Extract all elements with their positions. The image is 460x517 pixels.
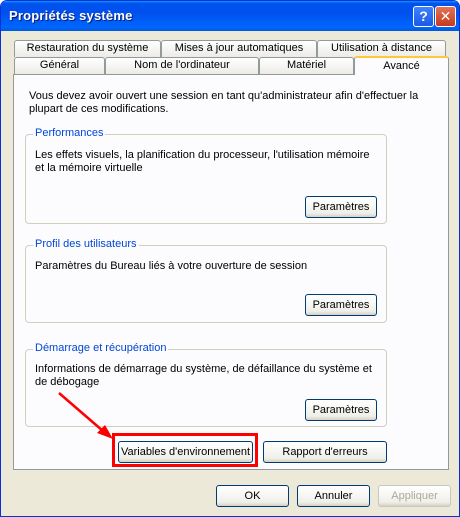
startup-recovery-settings-button[interactable]: Paramètres <box>305 399 377 421</box>
user-profiles-settings-button[interactable]: Paramètres <box>305 294 377 316</box>
performance-settings-button[interactable]: Paramètres <box>305 196 377 218</box>
performance-group: Performances Les effets visuels, la plan… <box>25 127 387 224</box>
close-button[interactable]: ✕ <box>435 6 456 27</box>
performance-description: Les effets visuels, la planification du … <box>35 149 370 174</box>
help-icon: ? <box>419 8 428 24</box>
tab-automatic-updates[interactable]: Mises à jour automatiques <box>161 40 317 57</box>
close-icon: ✕ <box>439 8 452 24</box>
performance-group-label: Performances <box>33 127 106 139</box>
user-profiles-group-label: Profil des utilisateurs <box>33 238 139 250</box>
tab-system-restore[interactable]: Restauration du système <box>14 40 161 57</box>
tab-advanced[interactable]: Avancé <box>354 56 449 75</box>
system-properties-window: Propriétés système ? ✕ Restauration du s… <box>0 0 460 517</box>
tab-hardware[interactable]: Matériel <box>259 57 354 74</box>
startup-recovery-description: Informations de démarrage du système, de… <box>35 363 372 388</box>
admin-notice: Vous devez avoir ouvert une session en t… <box>29 90 419 115</box>
title-bar[interactable]: Propriétés système ? ✕ <box>1 1 459 31</box>
highlight-box <box>112 433 258 467</box>
tab-computer-name[interactable]: Nom de l'ordinateur <box>105 57 259 74</box>
ok-button[interactable]: OK <box>216 485 289 507</box>
tab-general[interactable]: Général <box>14 57 105 74</box>
apply-button[interactable]: Appliquer <box>378 485 451 507</box>
user-profiles-description: Paramètres du Bureau liés à votre ouvert… <box>35 260 308 272</box>
window-title: Propriétés système <box>9 8 133 23</box>
user-profiles-group: Profil des utilisateurs Paramètres du Bu… <box>25 238 387 323</box>
tab-remote[interactable]: Utilisation à distance <box>317 40 446 57</box>
help-button[interactable]: ? <box>413 6 434 27</box>
red-arrow-icon <box>58 392 113 439</box>
error-report-button[interactable]: Rapport d'erreurs <box>263 441 387 463</box>
cancel-button[interactable]: Annuler <box>297 485 370 507</box>
startup-recovery-group-label: Démarrage et récupération <box>33 342 169 354</box>
